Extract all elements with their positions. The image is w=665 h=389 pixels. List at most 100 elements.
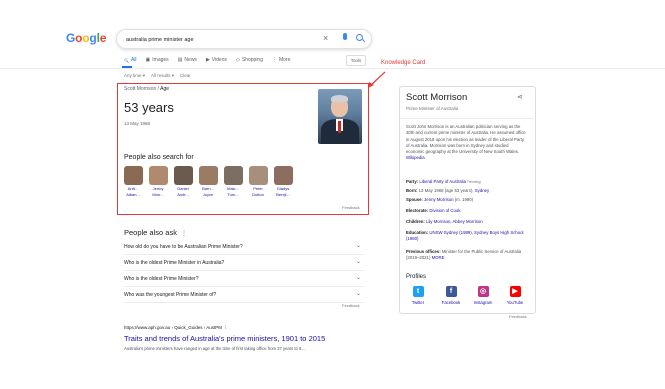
fact-value[interactable]: Division of Cook — [429, 208, 460, 213]
fact-label: Children: — [406, 219, 425, 224]
answer-value: 53 years — [124, 100, 174, 115]
person-name: Daniel — [177, 186, 189, 191]
fact-label: Party: — [406, 179, 419, 184]
fact-row: Children: Lily Morrison, Abbey Morrison — [406, 219, 530, 225]
news-icon: ▤ — [177, 57, 183, 63]
tools-button[interactable]: Tools — [346, 55, 366, 66]
tab-all[interactable]: 🔍 All — [124, 57, 137, 63]
fact-label: Spouse: — [406, 197, 423, 202]
fact-value: 13 May 1968 (age 53 years), — [418, 188, 474, 193]
breadcrumb-entity[interactable]: Scott Morrison — [124, 86, 156, 92]
paa-question[interactable]: How old do you have to be Australian Pri… — [124, 240, 364, 255]
profile-youtube[interactable]: ▶ YouTube — [503, 286, 527, 305]
logo-letter: g — [89, 31, 97, 45]
person-name: Alban... — [126, 192, 140, 197]
fact-extra: Trending — [465, 180, 481, 184]
filter-all-results[interactable]: All results ▾ — [151, 73, 174, 79]
fact-value[interactable]: Jenny Morrison — [424, 197, 453, 202]
feedback-link[interactable]: Feedback — [342, 303, 360, 308]
person-card[interactable]: Malc... Turn... — [223, 166, 243, 197]
person-name: Dutton — [252, 192, 264, 197]
image-icon: ▣ — [145, 57, 151, 63]
feedback-link[interactable]: Feedback — [342, 205, 360, 210]
fact-value[interactable]: Lily Morrison, Abbey Morrison — [426, 219, 483, 224]
google-logo[interactable]: Google — [66, 31, 106, 45]
search-icon[interactable] — [356, 34, 363, 41]
person-card[interactable]: Antt... Alban... — [123, 166, 143, 197]
feedback-link[interactable]: Feedback — [509, 314, 527, 319]
twitter-icon: t — [412, 286, 424, 297]
tab-label: Videos — [211, 57, 227, 63]
fact-extra[interactable]: Sydney — [474, 188, 489, 193]
tab-more[interactable]: ⋮ More — [272, 57, 290, 63]
mic-icon[interactable] — [343, 33, 347, 40]
fact-value[interactable]: Liberal Party of Australia — [419, 179, 466, 184]
paa-question-text: Who is the oldest Prime Minister in Aust… — [124, 260, 225, 266]
profile-facebook[interactable]: f Facebook — [439, 286, 463, 305]
portrait-tie — [338, 121, 341, 133]
answer-date: 13 May 1968 — [124, 121, 151, 126]
paa-question[interactable]: Who is the oldest Prime Minister in Aust… — [124, 256, 364, 271]
profile-label: Twitter — [411, 300, 425, 305]
header-divider — [0, 68, 665, 69]
person-name: Gladys — [276, 186, 290, 191]
portrait-image[interactable] — [318, 89, 362, 144]
people-also-search-heading: People also search for — [124, 154, 194, 161]
fact-label: Previous offices: — [406, 249, 441, 254]
tab-news[interactable]: ▤ News — [178, 57, 197, 63]
person-name: Jenny — [152, 186, 164, 191]
breadcrumb-attribute: Age — [160, 86, 170, 92]
logo-letter: o — [75, 31, 83, 45]
person-card[interactable]: Peter Dutton — [248, 166, 268, 197]
tab-label: More — [279, 57, 291, 63]
annotation-label: Knowledge Card — [381, 60, 426, 66]
result-url[interactable]: https://www.aph.gov.au › Quick_Guides › … — [124, 325, 228, 331]
more-vert-icon[interactable]: ⋮ — [181, 231, 187, 237]
search-icon: 🔍 — [124, 57, 129, 63]
profiles-heading: Profiles — [406, 274, 427, 280]
panel-divider — [400, 118, 534, 119]
person-name: Turn... — [227, 192, 239, 197]
wikipedia-link[interactable]: Wikipedia — [406, 155, 425, 160]
person-name: Berejl... — [276, 192, 290, 197]
search-input[interactable] — [124, 32, 318, 47]
tab-label: All — [130, 57, 137, 63]
filter-clear[interactable]: Clear — [180, 73, 191, 79]
more-vert-icon: ⋮ — [272, 57, 277, 63]
more-link[interactable]: MORE — [430, 255, 445, 260]
tab-label: Images — [152, 57, 169, 63]
tab-videos[interactable]: ▶ Videos — [206, 57, 227, 63]
person-card[interactable]: Jenny Morr... — [148, 166, 168, 197]
fact-row: Party: Liberal Party of Australia Trendi… — [406, 179, 530, 185]
youtube-icon: ▶ — [509, 286, 521, 297]
person-card[interactable]: Gladys Berejl... — [273, 166, 293, 197]
search-tabs: 🔍 All ▣ Images ▤ News ▶ Videos ◇ Shopping ⋮ Mo… — [124, 57, 290, 63]
share-icon[interactable]: ⋖ — [517, 93, 523, 101]
close-icon[interactable]: × — [323, 33, 328, 43]
tab-label: Shopping — [241, 57, 263, 63]
profile-twitter[interactable]: t Twitter — [406, 286, 430, 305]
paa-question-text: Who was the youngest Prime Minister of? — [124, 292, 217, 298]
filter-any-time[interactable]: Any time ▾ — [124, 73, 145, 79]
paa-question[interactable]: Who was the youngest Prime Minister of? ⌄ — [124, 288, 364, 303]
person-name: Morr... — [152, 192, 164, 197]
person-photo — [198, 166, 218, 185]
paa-question[interactable]: Who is the oldest Prime Minister? ⌄ — [124, 272, 364, 287]
fact-row: Electorate: Division of Cook — [406, 208, 530, 214]
tab-shopping[interactable]: ◇ Shopping — [236, 57, 263, 63]
person-card[interactable]: Daniel Andr... — [173, 166, 193, 197]
video-icon: ▶ — [205, 57, 210, 63]
logo-letter: o — [82, 31, 90, 45]
profile-instagram[interactable]: ◎ Instagram — [471, 286, 495, 305]
result-snippet: Australia's prime ministers have ranged … — [124, 346, 305, 351]
person-photo — [148, 166, 168, 185]
breadcrumb-separator: / — [157, 86, 160, 92]
annotation-arrow-icon — [368, 71, 386, 88]
chevron-down-icon: ⌄ — [355, 291, 361, 297]
fact-row: Education: UNSW Sydney (1989), Sydney Bo… — [406, 230, 530, 243]
person-name: Andr... — [177, 192, 189, 197]
tab-images[interactable]: ▣ Images — [146, 57, 169, 63]
person-card[interactable]: Barn... Joyce — [198, 166, 218, 197]
result-title-link[interactable]: Traits and trends of Australia's prime m… — [124, 334, 325, 343]
chevron-down-icon: ⌄ — [355, 243, 361, 249]
